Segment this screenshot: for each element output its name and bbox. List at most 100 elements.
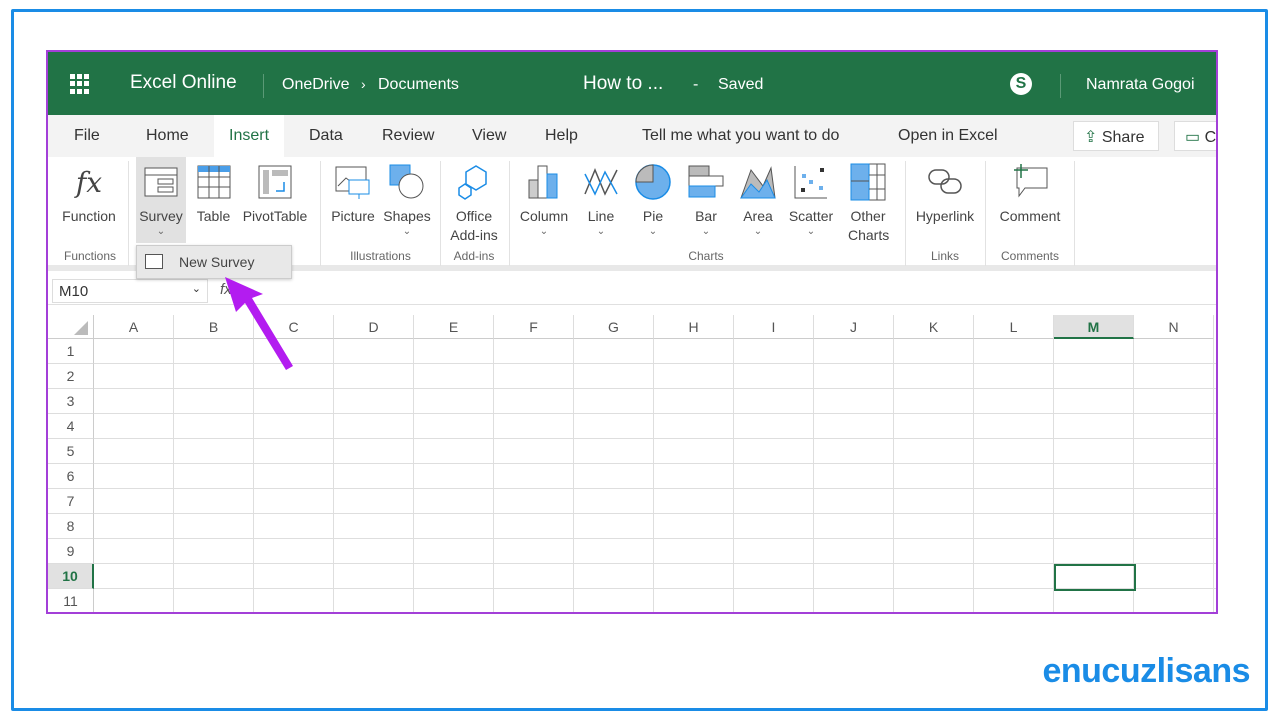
chevron-down-icon: ⌄ <box>402 226 412 237</box>
share-icon: ⇪ <box>1084 129 1098 146</box>
comments-button[interactable]: ▭ C <box>1174 121 1217 151</box>
row-header-7[interactable]: 7 <box>48 489 94 514</box>
row-header-11[interactable]: 11 <box>48 589 94 612</box>
row-header-5[interactable]: 5 <box>48 439 94 464</box>
column-header-h[interactable]: H <box>654 315 734 339</box>
row-header-4[interactable]: 4 <box>48 414 94 439</box>
column-header-k[interactable]: K <box>894 315 974 339</box>
open-in-excel-button[interactable]: Open in Excel <box>898 127 998 145</box>
chevron-down-icon: ⌄ <box>753 226 763 237</box>
tab-file[interactable]: File <box>74 127 100 145</box>
group-illustrations: Illustrations <box>350 249 411 263</box>
select-all-corner[interactable] <box>48 315 94 339</box>
app-launcher-icon[interactable] <box>70 74 90 94</box>
pivottable-icon <box>240 157 310 207</box>
row-header-1[interactable]: 1 <box>48 339 94 364</box>
column-header-f[interactable]: F <box>494 315 574 339</box>
other-charts-button[interactable]: Other Charts <box>840 157 896 249</box>
picture-label: Picture <box>331 208 375 224</box>
tab-review[interactable]: Review <box>382 127 434 145</box>
menu-item-new-survey[interactable]: New Survey <box>179 254 254 270</box>
column-header-i[interactable]: I <box>734 315 814 339</box>
breadcrumb-onedrive[interactable]: OneDrive <box>282 76 350 94</box>
hyperlink-button[interactable]: Hyperlink <box>910 157 980 249</box>
hyperlink-icon <box>910 157 980 207</box>
name-box-value: M10 <box>59 283 89 300</box>
row-header-8[interactable]: 8 <box>48 514 94 539</box>
function-icon: fx <box>75 165 103 199</box>
shapes-button[interactable]: Shapes ⌄ <box>381 157 433 249</box>
chevron-down-icon: ⌄ <box>648 226 658 237</box>
column-header-j[interactable]: J <box>814 315 894 339</box>
other-charts-label: Other Charts <box>848 208 890 243</box>
row-header-3[interactable]: 3 <box>48 389 94 414</box>
comments-label: C <box>1204 129 1217 146</box>
chevron-down-icon: ⌄ <box>806 226 816 237</box>
shapes-label: Shapes <box>383 208 431 224</box>
document-title[interactable]: How to ... <box>583 73 663 95</box>
function-label: Function <box>62 208 116 224</box>
chevron-down-icon: ⌄ <box>596 226 606 237</box>
app-name[interactable]: Excel Online <box>130 72 237 94</box>
selected-cell-m10[interactable] <box>1054 564 1136 591</box>
tab-help[interactable]: Help <box>545 127 578 145</box>
chevron-down-icon: ⌄ <box>701 226 711 237</box>
area-chart-button[interactable]: Area ⌄ <box>734 157 782 249</box>
column-header-e[interactable]: E <box>414 315 494 339</box>
function-button[interactable]: fx Function <box>58 157 120 249</box>
group-charts: Charts <box>688 249 724 263</box>
share-button[interactable]: ⇪ Share <box>1073 121 1159 151</box>
addins-icon <box>444 157 504 207</box>
row-header-10[interactable]: 10 <box>48 564 94 589</box>
breadcrumb-documents[interactable]: Documents <box>378 76 459 94</box>
picture-button[interactable]: Picture <box>328 157 378 249</box>
pivottable-button[interactable]: PivotTable <box>240 157 310 249</box>
survey-button[interactable]: Survey ⌄ <box>136 157 186 243</box>
skype-icon[interactable]: S <box>1010 73 1032 95</box>
comment-button[interactable]: Comment <box>990 157 1070 249</box>
breadcrumb-chevron-icon: › <box>361 76 366 92</box>
shapes-icon <box>381 157 433 207</box>
scatter-chart-button[interactable]: Scatter ⌄ <box>784 157 838 249</box>
cells-area[interactable] <box>94 339 1216 612</box>
title-separator: - <box>693 76 699 93</box>
row-header-6[interactable]: 6 <box>48 464 94 489</box>
tab-insert[interactable]: Insert <box>214 115 285 157</box>
table-button[interactable]: Table <box>191 157 236 249</box>
watermark-logo: enucuzlisans <box>1042 652 1250 690</box>
excel-window: Excel Online OneDrive › Documents How to… <box>46 50 1218 614</box>
chevron-down-icon: ⌄ <box>156 226 166 237</box>
column-header-g[interactable]: G <box>574 315 654 339</box>
line-label: Line <box>587 208 615 224</box>
column-header-m[interactable]: M <box>1054 315 1134 339</box>
column-label: Column <box>519 208 569 224</box>
pie-chart-button[interactable]: Pie ⌄ <box>630 157 676 249</box>
comment-label: Comment <box>999 208 1061 224</box>
column-header-n[interactable]: N <box>1134 315 1214 339</box>
area-label: Area <box>743 208 773 224</box>
column-chart-button[interactable]: Column ⌄ <box>516 157 572 249</box>
group-comments: Comments <box>1000 249 1059 263</box>
column-header-d[interactable]: D <box>334 315 414 339</box>
tab-data[interactable]: Data <box>309 127 343 145</box>
user-name[interactable]: Namrata Gogoi <box>1086 76 1195 94</box>
column-header-a[interactable]: A <box>94 315 174 339</box>
ribbon-tabs: File Home Insert Data Review View Help T… <box>48 115 1216 157</box>
line-chart-button[interactable]: Line ⌄ <box>576 157 626 249</box>
pointer-arrow-annotation <box>225 277 293 370</box>
pivottable-label: PivotTable <box>242 208 308 224</box>
bar-chart-button[interactable]: Bar ⌄ <box>682 157 730 249</box>
group-functions: Functions <box>63 249 117 263</box>
row-header-9[interactable]: 9 <box>48 539 94 564</box>
name-box[interactable]: M10 ⌄ <box>52 279 208 303</box>
app-header: Excel Online OneDrive › Documents How to… <box>48 52 1216 115</box>
column-header-l[interactable]: L <box>974 315 1054 339</box>
chevron-down-icon: ⌄ <box>539 226 549 237</box>
tab-view[interactable]: View <box>472 127 506 145</box>
table-icon <box>191 157 236 207</box>
row-header-2[interactable]: 2 <box>48 364 94 389</box>
survey-icon <box>136 157 186 207</box>
tell-me-search[interactable]: Tell me what you want to do <box>642 127 839 145</box>
office-addins-button[interactable]: Office Add-ins <box>444 157 504 249</box>
tab-home[interactable]: Home <box>146 127 189 145</box>
